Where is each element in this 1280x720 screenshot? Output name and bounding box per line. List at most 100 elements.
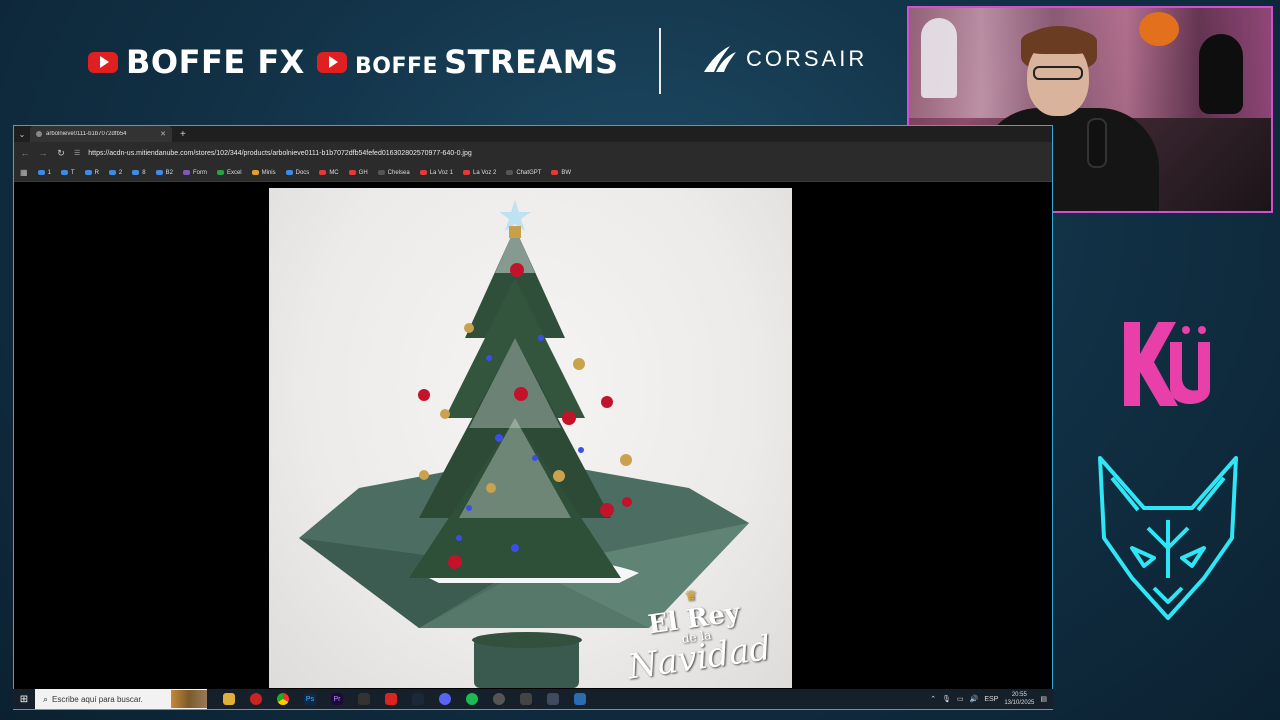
microphone-icon[interactable]: 🎙 bbox=[942, 695, 951, 703]
cloud-icon bbox=[84, 170, 92, 175]
microphone bbox=[1087, 118, 1107, 168]
corsair-sails-icon bbox=[704, 46, 736, 72]
app-icon[interactable] bbox=[520, 693, 532, 705]
file-explorer-icon[interactable] bbox=[223, 693, 235, 705]
bookmark-item[interactable]: La Voz 2 bbox=[463, 170, 496, 176]
windows-start-icon[interactable]: ⊞ bbox=[13, 689, 35, 709]
youtube-icon bbox=[88, 51, 118, 73]
tab-active[interactable]: arbolnieve0111-b1b7072dfb54 ✕ bbox=[30, 126, 172, 142]
bookmark-item[interactable]: BW bbox=[551, 170, 571, 176]
ghost-decoration bbox=[921, 18, 957, 98]
youtube-icon bbox=[317, 51, 347, 73]
product-image[interactable]: ♛ El Rey de la Navidad bbox=[269, 188, 792, 688]
reload-icon[interactable]: ↻ bbox=[56, 148, 66, 159]
clock[interactable]: 20:55 13/10/2025 bbox=[1004, 691, 1034, 707]
tab-bar: ⌄ arbolnieve0111-b1b7072dfb54 ✕ + bbox=[14, 126, 1052, 142]
cloud-icon bbox=[132, 170, 140, 175]
docs-icon bbox=[285, 170, 293, 175]
bookmark-item[interactable]: Form bbox=[182, 170, 207, 176]
header-divider bbox=[659, 28, 661, 94]
app-icon[interactable] bbox=[574, 693, 586, 705]
taskbar-apps: Ps Pr bbox=[223, 693, 586, 705]
search-icon: ⌕ bbox=[43, 693, 49, 704]
bookmark-item[interactable]: Chelsea bbox=[377, 170, 410, 176]
network-icon[interactable]: ▭ bbox=[957, 695, 964, 703]
discord-icon[interactable] bbox=[439, 693, 451, 705]
fox-logo bbox=[1098, 456, 1238, 620]
bookmark-item[interactable]: 1 bbox=[37, 170, 51, 176]
volume-icon[interactable]: 🔊 bbox=[970, 695, 979, 703]
bookmark-item[interactable]: 8 bbox=[132, 170, 146, 176]
clock-date: 13/10/2025 bbox=[1004, 700, 1035, 706]
page-viewport: ♛ El Rey de la Navidad bbox=[14, 188, 1052, 709]
bookmark-item[interactable]: La Voz 1 bbox=[419, 170, 453, 176]
address-bar: ← → ↻ ☰ https://acdn-us.mitiendanube.com… bbox=[14, 142, 1052, 164]
language-indicator[interactable]: ESP bbox=[984, 696, 998, 703]
new-tab-button[interactable]: + bbox=[180, 129, 186, 140]
brand-boffe-streams-small: BOFFE bbox=[355, 54, 439, 79]
bookmark-icon bbox=[377, 170, 385, 175]
bookmark-icon bbox=[551, 170, 559, 175]
photoshop-icon[interactable]: Ps bbox=[304, 693, 316, 705]
obs-icon[interactable] bbox=[493, 693, 505, 705]
epic-games-icon[interactable] bbox=[358, 693, 370, 705]
corsair-logo: CORSAIR bbox=[702, 44, 867, 74]
system-tray: ⌃ 🎙 ▭ 🔊 ESP 20:55 13/10/2025 ▤ bbox=[930, 691, 1053, 707]
corsair-label: CORSAIR bbox=[746, 46, 868, 71]
search-highlight-image bbox=[171, 690, 207, 708]
pumpkin-decoration bbox=[1139, 12, 1179, 46]
opera-icon[interactable] bbox=[250, 693, 262, 705]
chevron-up-icon[interactable]: ⌃ bbox=[930, 695, 936, 703]
kru-team-logo bbox=[1124, 322, 1210, 406]
cloud-icon bbox=[155, 170, 163, 175]
bookmark-icon bbox=[251, 170, 259, 175]
mask-decoration bbox=[1199, 34, 1243, 114]
bookmark-icon bbox=[463, 170, 471, 175]
clock-time: 20:55 bbox=[1011, 692, 1027, 698]
bookmark-item[interactable]: Minis bbox=[251, 170, 276, 176]
browser-window: ⌄ arbolnieve0111-b1b7072dfb54 ✕ + ← → ↻ … bbox=[13, 125, 1053, 710]
spotify-icon[interactable] bbox=[466, 693, 478, 705]
close-icon[interactable]: ✕ bbox=[160, 130, 166, 138]
premiere-icon[interactable]: Pr bbox=[331, 693, 343, 705]
windows-taskbar: ⊞ ⌕ Escribe aquí para buscar. Ps Pr ⌃ 🎙 … bbox=[13, 689, 1053, 709]
brand-boffe-streams-big: STREAMS bbox=[444, 43, 619, 81]
tab-title: arbolnieve0111-b1b7072dfb54 bbox=[46, 131, 127, 137]
bookmark-item[interactable]: 2 bbox=[108, 170, 122, 176]
apps-icon[interactable]: ▦ bbox=[20, 168, 28, 177]
cloud-icon bbox=[37, 170, 45, 175]
bookmark-icon bbox=[419, 170, 427, 175]
bookmark-item[interactable]: B2 bbox=[155, 170, 173, 176]
brand-boffe-streams: BOFFE STREAMS bbox=[317, 40, 619, 84]
url-field[interactable]: https://acdn-us.mitiendanube.com/stores/… bbox=[88, 150, 471, 157]
chatgpt-icon bbox=[506, 170, 514, 175]
tab-search-icon[interactable]: ⌄ bbox=[14, 130, 30, 139]
bookmark-item[interactable]: T bbox=[60, 170, 75, 176]
excel-icon bbox=[216, 170, 224, 175]
bookmark-item[interactable]: Excel bbox=[216, 170, 242, 176]
cloud-icon bbox=[60, 170, 68, 175]
cloud-icon bbox=[108, 170, 116, 175]
bookmark-item[interactable]: ChatGPT bbox=[506, 170, 541, 176]
brand-boffe-fx: BOFFE FX bbox=[88, 40, 305, 84]
bookmark-item[interactable]: Docs bbox=[285, 170, 309, 176]
app-icon[interactable] bbox=[547, 693, 559, 705]
bookmark-icon bbox=[348, 170, 356, 175]
taskbar-search-box[interactable]: ⌕ Escribe aquí para buscar. bbox=[35, 689, 207, 709]
tab-favicon-icon bbox=[36, 131, 42, 137]
streamer-glasses bbox=[1033, 66, 1083, 80]
notification-icon[interactable]: ▤ bbox=[1040, 695, 1047, 703]
back-icon[interactable]: ← bbox=[20, 148, 30, 158]
steam-icon[interactable] bbox=[412, 693, 424, 705]
bookmark-item[interactable]: GH bbox=[348, 170, 368, 176]
taskbar-search-placeholder: Escribe aquí para buscar. bbox=[52, 694, 143, 704]
site-info-icon[interactable]: ☰ bbox=[74, 149, 80, 157]
forward-icon[interactable]: → bbox=[38, 148, 48, 158]
chrome-icon[interactable] bbox=[277, 693, 289, 705]
bookmark-item[interactable]: MC bbox=[319, 170, 339, 176]
brand-boffe-fx-label: BOFFE FX bbox=[126, 43, 305, 81]
bookmarks-bar: ▦ 1 T R 2 8 B2 Form Excel Minis Docs MC … bbox=[14, 164, 1052, 182]
forms-icon bbox=[182, 170, 190, 175]
red-app-icon[interactable] bbox=[385, 693, 397, 705]
bookmark-item[interactable]: R bbox=[84, 170, 99, 176]
